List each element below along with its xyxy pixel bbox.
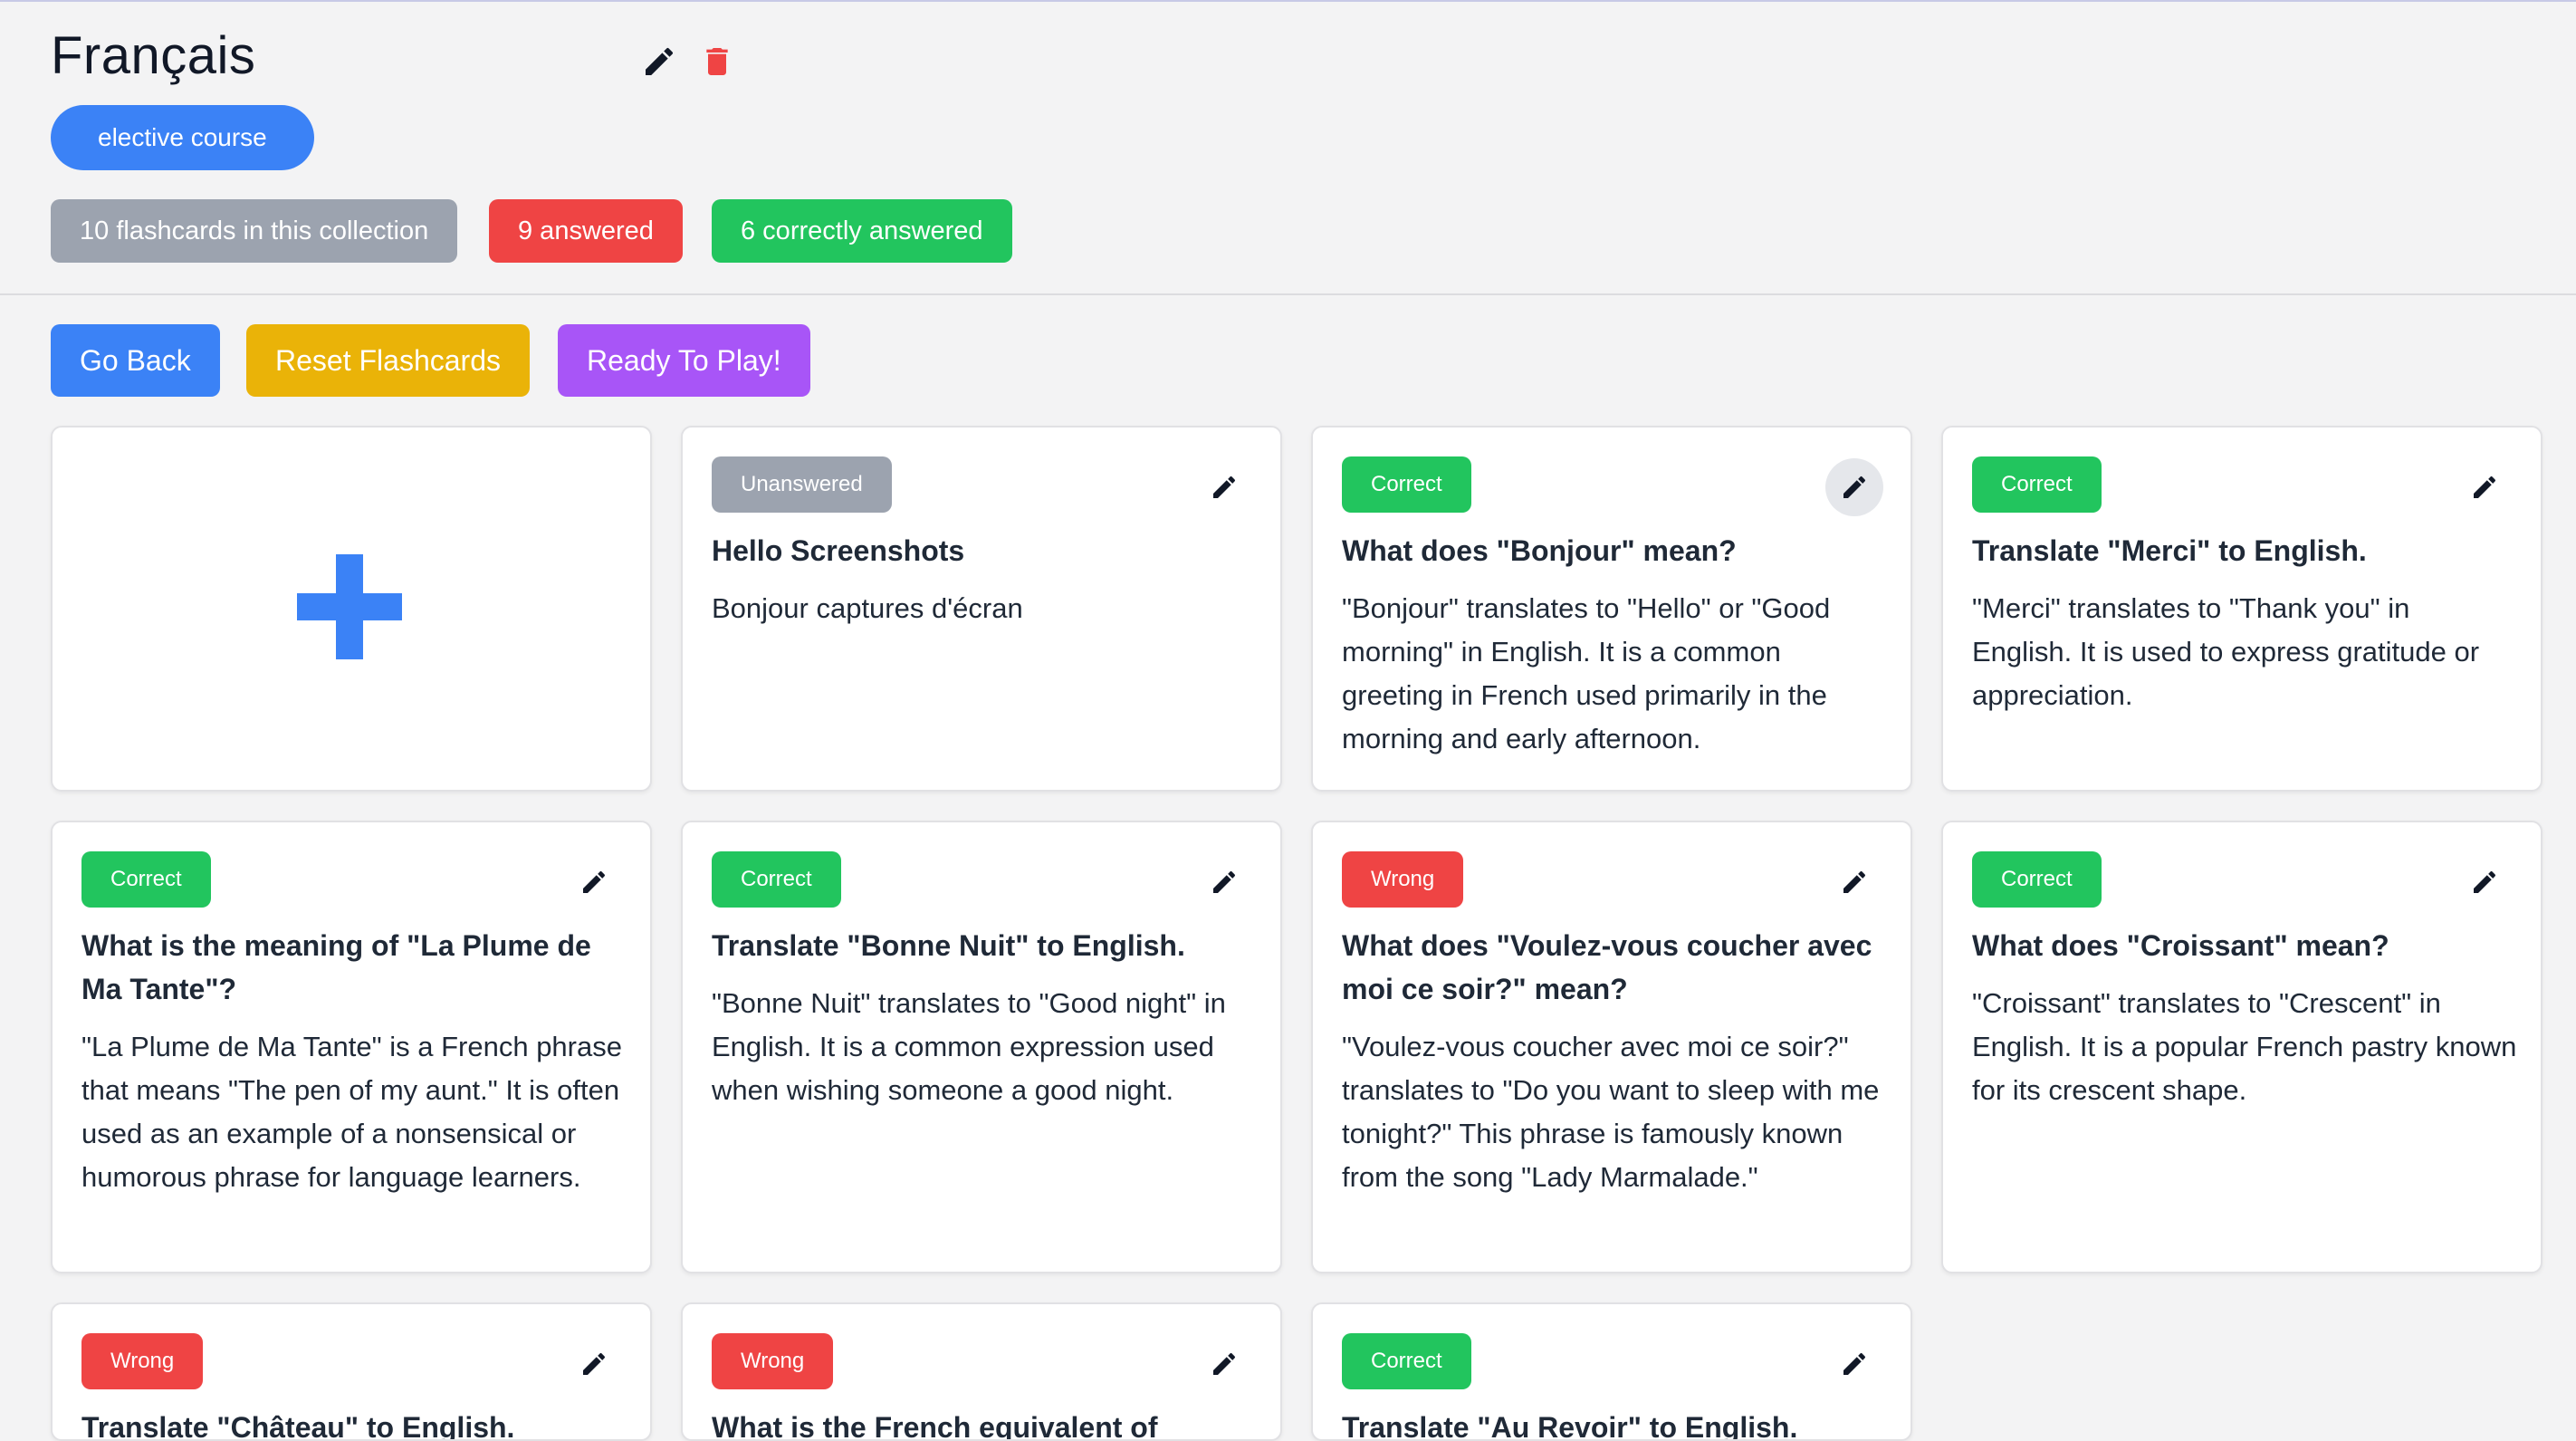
flashcard-answer: "Voulez-vous coucher avec moi ce soir?" … <box>1342 1031 1880 1193</box>
edit-flashcard-pencil-icon[interactable] <box>565 1335 623 1393</box>
edit-collection-pencil-icon[interactable] <box>641 43 677 80</box>
status-badge: Wrong <box>712 1333 834 1389</box>
plus-icon <box>297 554 402 664</box>
flashcard-answer: "La Plume de Ma Tante" is a French phras… <box>81 1031 622 1193</box>
collection-header: Français elective course 10 flashcards i… <box>0 0 2576 295</box>
ready-to-play-button[interactable]: Ready To Play! <box>558 324 810 397</box>
flashcard-question: What does "Voulez-vous coucher avec moi … <box>1342 929 1872 1005</box>
add-flashcard-card[interactable] <box>51 426 652 792</box>
correct-count-badge: 6 correctly answered <box>712 199 1012 263</box>
flashcard-answer: "Croissant" translates to "Crescent" in … <box>1972 987 2517 1106</box>
flashcard-question: Hello Screenshots <box>712 534 965 567</box>
page-title: Français <box>51 26 256 85</box>
status-badge: Unanswered <box>712 456 892 513</box>
flashcard[interactable]: Unanswered Hello Screenshots Bonjour cap… <box>681 426 1282 792</box>
flashcard[interactable]: Correct What is the meaning of "La Plume… <box>51 821 652 1273</box>
flashcard-answer: "Bonjour" translates to "Hello" or "Good… <box>1342 592 1831 754</box>
status-badge: Correct <box>81 851 211 908</box>
edit-flashcard-pencil-icon[interactable] <box>565 853 623 911</box>
flashcard[interactable]: Wrong Translate "Château" to English. <box>51 1302 652 1441</box>
flashcard-question: Translate "Bonne Nuit" to English. <box>712 929 1185 962</box>
flashcard-answer: "Bonne Nuit" translates to "Good night" … <box>712 987 1226 1106</box>
flashcard-question: Translate "Merci" to English. <box>1972 534 2367 567</box>
edit-flashcard-pencil-icon[interactable] <box>2456 853 2514 911</box>
flashcard[interactable]: Correct Translate "Au Revoir" to English… <box>1311 1302 1912 1441</box>
flashcard[interactable]: Wrong What is the French equivalent of <box>681 1302 1282 1441</box>
status-badge: Correct <box>1342 456 1471 513</box>
go-back-button[interactable]: Go Back <box>51 324 220 397</box>
status-badge: Correct <box>1342 1333 1471 1389</box>
reset-flashcards-button[interactable]: Reset Flashcards <box>246 324 530 397</box>
status-badge: Wrong <box>1342 851 1464 908</box>
course-tag[interactable]: elective course <box>51 105 314 170</box>
status-badge: Correct <box>1972 851 2102 908</box>
edit-flashcard-pencil-icon[interactable] <box>1195 853 1253 911</box>
flashcard[interactable]: Correct What does "Bonjour" mean? "Bonjo… <box>1311 426 1912 792</box>
answered-count-badge: 9 answered <box>489 199 683 263</box>
flashcard-question: What is the meaning of "La Plume de Ma T… <box>81 929 591 1005</box>
flashcard-question: Translate "Au Revoir" to English. <box>1342 1411 1798 1441</box>
edit-flashcard-pencil-icon[interactable] <box>2456 458 2514 516</box>
status-badge: Correct <box>1972 456 2102 513</box>
flashcard-answer: "Merci" translates to "Thank you" in Eng… <box>1972 592 2480 711</box>
flashcard-question: What is the French equivalent of <box>712 1411 1158 1441</box>
edit-flashcard-pencil-icon[interactable] <box>1825 853 1883 911</box>
delete-collection-trash-icon[interactable] <box>699 43 735 80</box>
flashcard[interactable]: Correct Translate "Merci" to English. "M… <box>1941 426 2542 792</box>
edit-flashcard-pencil-icon[interactable] <box>1195 458 1253 516</box>
status-badge: Wrong <box>81 1333 204 1389</box>
flashcard-question: Translate "Château" to English. <box>81 1411 515 1441</box>
flashcard[interactable]: Correct What does "Croissant" mean? "Cro… <box>1941 821 2542 1273</box>
total-flashcards-badge: 10 flashcards in this collection <box>51 199 458 263</box>
edit-flashcard-pencil-icon[interactable] <box>1825 458 1883 516</box>
edit-flashcard-pencil-icon[interactable] <box>1825 1335 1883 1393</box>
flashcard[interactable]: Wrong What does "Voulez-vous coucher ave… <box>1311 821 1912 1273</box>
flashcard-answer: Bonjour captures d'écran <box>712 592 1023 624</box>
edit-flashcard-pencil-icon[interactable] <box>1195 1335 1253 1393</box>
flashcard-question: What does "Bonjour" mean? <box>1342 534 1737 567</box>
status-badge: Correct <box>712 851 841 908</box>
flashcard-question: What does "Croissant" mean? <box>1972 929 2389 962</box>
flashcard[interactable]: Correct Translate "Bonne Nuit" to Englis… <box>681 821 1282 1273</box>
